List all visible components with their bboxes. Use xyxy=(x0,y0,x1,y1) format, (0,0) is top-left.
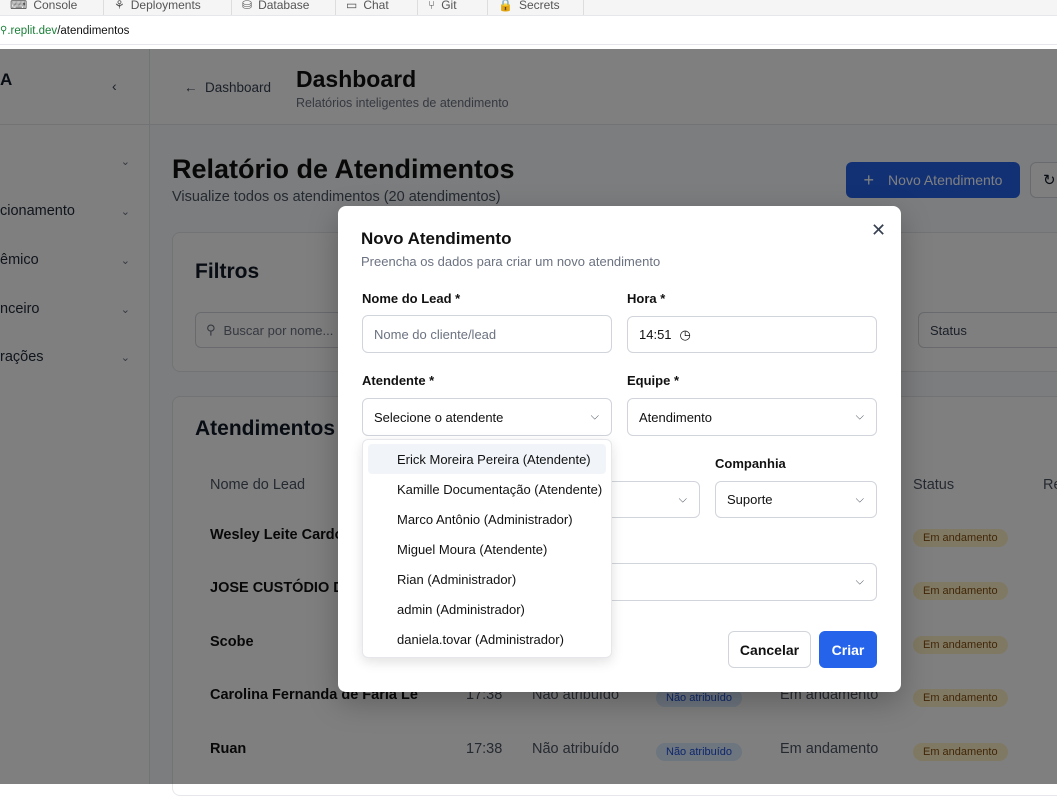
dropdown-option[interactable]: daniela.tovar (Administrador) xyxy=(368,624,606,654)
link-icon: ⚲ xyxy=(0,25,8,36)
chevron-down-icon: ⌵ xyxy=(590,410,599,423)
chevron-down-icon: ⌵ xyxy=(855,575,864,588)
ide-tab-database[interactable]: ⛁ Database xyxy=(232,0,336,15)
atendente-dropdown: Erick Moreira Pereira (Atendente) Kamill… xyxy=(362,439,612,658)
dropdown-option[interactable]: Marco Antônio (Administrador) xyxy=(368,504,606,534)
equipe-label: Equipe * xyxy=(627,373,680,388)
clock-icon: ◷ xyxy=(679,326,691,342)
create-button[interactable]: Criar xyxy=(819,631,877,668)
deploy-icon: ⚘ xyxy=(114,0,125,12)
lock-icon: 🔒 xyxy=(498,0,513,12)
status-select[interactable]: ⌵ xyxy=(600,563,877,601)
dropdown-option[interactable]: Rian (Administrador) xyxy=(368,564,606,594)
companhia-label: Companhia xyxy=(715,456,786,471)
ide-tab-chat[interactable]: ▭ Chat xyxy=(336,0,418,15)
atendente-label: Atendente * xyxy=(362,373,435,388)
ide-tab-strip: ⌨ Console ⚘ Deployments ⛁ Database ▭ Chat ⑂ G… xyxy=(0,0,1057,16)
hora-label: Hora * xyxy=(627,291,666,306)
ide-tab-git[interactable]: ⑂ Git xyxy=(418,0,488,15)
close-icon[interactable]: ✕ xyxy=(871,220,886,241)
ide-tab-console[interactable]: ⌨ Console xyxy=(0,0,104,15)
chevron-down-icon: ⌵ xyxy=(855,410,864,423)
atendente-select[interactable]: Selecione o atendente ⌵ xyxy=(362,398,612,436)
database-icon: ⛁ xyxy=(242,0,253,12)
terminal-icon: ⌨ xyxy=(10,0,28,12)
dialog-title: Novo Atendimento xyxy=(361,229,512,248)
ide-tab-deployments[interactable]: ⚘ Deployments xyxy=(104,0,232,15)
dropdown-option[interactable]: Miguel Moura (Atendente) xyxy=(368,534,606,564)
url-bar[interactable]: ⚲ .replit.dev/atendimentos xyxy=(0,17,1057,45)
ide-tab-secrets[interactable]: 🔒 Secrets xyxy=(488,0,584,15)
cancel-button[interactable]: Cancelar xyxy=(728,631,811,668)
dropdown-option[interactable]: Kamille Documentação (Atendente) xyxy=(368,474,606,504)
chat-icon: ▭ xyxy=(346,0,358,12)
chevron-down-icon: ⌵ xyxy=(855,493,864,505)
equipe-select[interactable]: Atendimento ⌵ xyxy=(627,398,877,436)
time-input[interactable]: 14:51 ◷ xyxy=(627,316,877,353)
dropdown-option[interactable]: admin (Administrador) xyxy=(368,594,606,624)
lead-label: Nome do Lead * xyxy=(362,291,461,306)
dropdown-option[interactable]: Erick Moreira Pereira (Atendente) xyxy=(368,444,606,474)
lead-name-input[interactable]: Nome do cliente/lead xyxy=(362,315,612,353)
companhia-select[interactable]: Suporte ⌵ xyxy=(715,481,877,518)
hidden-select[interactable]: ⌵ xyxy=(600,481,700,518)
git-icon: ⑂ xyxy=(428,0,436,12)
chevron-down-icon: ⌵ xyxy=(678,493,687,505)
dialog-subtitle: Preencha os dados para criar um novo ate… xyxy=(361,254,661,269)
